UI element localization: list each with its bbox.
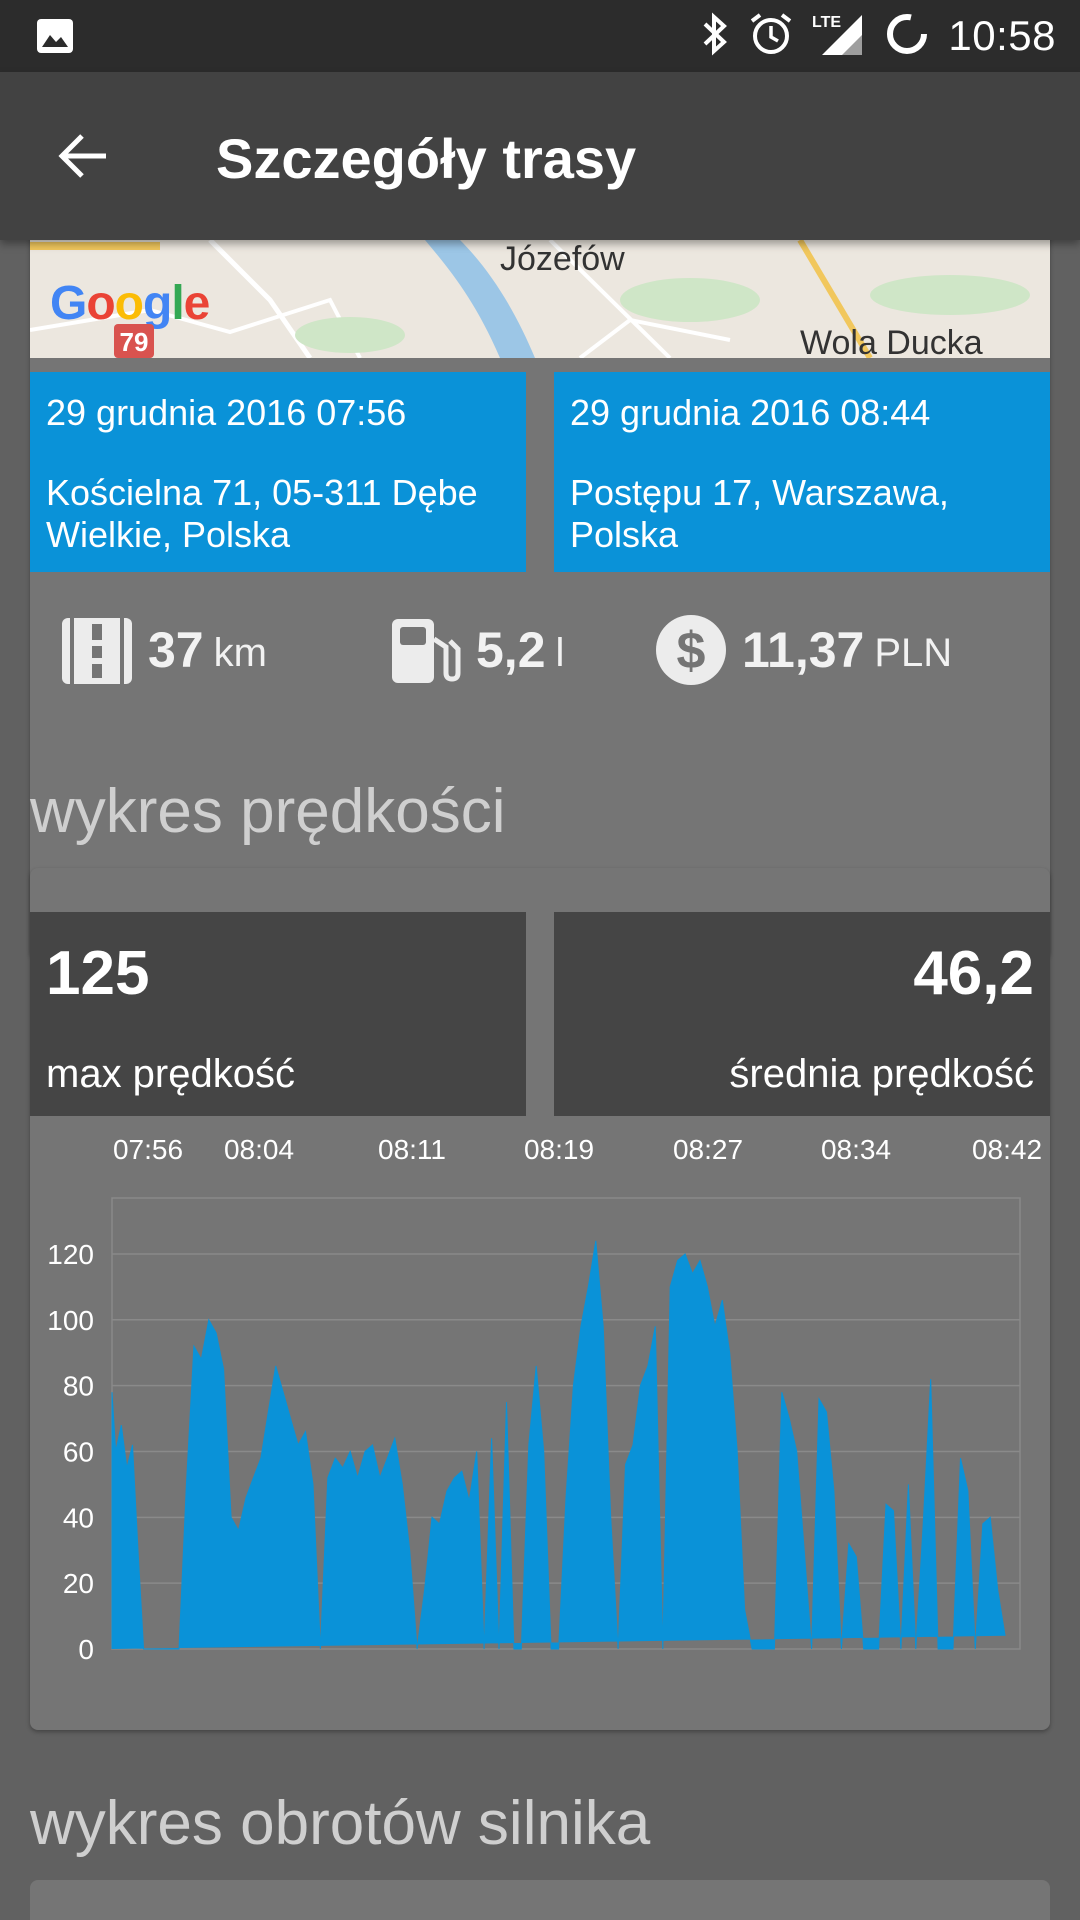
image-icon	[36, 18, 74, 59]
svg-text:LTE: LTE	[812, 14, 841, 31]
speed-chart-card: 125 max prędkość 46,2 średnia prędkość 0…	[30, 868, 1050, 1730]
max-speed-value: 125	[46, 939, 150, 1008]
x-tick-label: 08:34	[821, 1134, 891, 1165]
cost-value: 11,37	[742, 622, 865, 678]
lte-signal-icon: LTE	[812, 11, 866, 62]
end-location: 29 grudnia 2016 08:44 Postępu 17, Warsza…	[554, 372, 1050, 572]
sync-icon	[884, 11, 930, 62]
y-tick-label: 20	[63, 1568, 94, 1599]
max-speed-label: max prędkość	[46, 1052, 295, 1096]
fuel-value: 5,2	[476, 622, 546, 678]
speed-area-series	[111, 1240, 1006, 1650]
scroll-content[interactable]: Józefów Wola Ducka Google 79 29 grudnia …	[0, 240, 1080, 1920]
google-logo: Google	[50, 277, 210, 330]
alarm-icon	[748, 11, 794, 62]
start-location: 29 grudnia 2016 07:56 Kościelna 71, 05-3…	[30, 372, 526, 572]
arrow-back-icon	[58, 134, 106, 178]
route-badge: 79	[114, 324, 154, 358]
bluetooth-icon	[700, 12, 730, 61]
trip-stats: 37 km 5,2 l $ 11,37 PLN	[30, 574, 1050, 718]
rpm-section-title: wykres obrotów silnika	[30, 1789, 651, 1858]
x-tick-label: 08:19	[524, 1134, 594, 1165]
route-map[interactable]: Józefów Wola Ducka Google 79	[30, 240, 1050, 358]
fuel-pump-icon	[392, 619, 461, 683]
x-tick-label: 08:42	[972, 1134, 1042, 1165]
fuel-unit: l	[555, 630, 565, 675]
dollar-icon: $	[656, 615, 726, 685]
y-tick-label: 80	[63, 1371, 94, 1402]
y-tick-label: 60	[63, 1436, 94, 1467]
rpm-chart-card	[30, 1880, 1050, 1920]
trip-card: Józefów Wola Ducka Google 79 29 grudnia …	[30, 240, 1050, 958]
svg-text:$: $	[677, 622, 706, 680]
start-address: Kościelna 71, 05-311 Dębe Wielkie, Polsk…	[46, 472, 478, 555]
avg-speed-label: średnia prędkość	[729, 1052, 1034, 1096]
x-tick-label: 08:27	[673, 1134, 743, 1165]
y-tick-label: 120	[47, 1239, 94, 1270]
clock: 10:58	[948, 12, 1056, 59]
page-title: Szczegóły trasy	[216, 127, 637, 190]
avg-speed-value: 46,2	[913, 939, 1034, 1008]
map-place-label: Józefów	[500, 240, 625, 278]
x-tick-label: 07:56	[113, 1134, 183, 1165]
distance-unit: km	[213, 630, 267, 675]
status-bar: LTE 10:58	[0, 0, 1080, 72]
start-datetime: 29 grudnia 2016 07:56	[46, 392, 407, 433]
y-tick-label: 100	[47, 1305, 94, 1336]
avg-speed-box: 46,2 średnia prędkość	[554, 912, 1050, 1116]
y-tick-label: 0	[78, 1634, 94, 1665]
max-speed-box: 125 max prędkość	[30, 912, 526, 1116]
y-tick-label: 40	[63, 1502, 94, 1533]
app-bar: Szczegóły trasy	[0, 72, 1080, 240]
x-tick-label: 08:04	[224, 1134, 294, 1165]
cost-unit: PLN	[874, 630, 953, 675]
cost-stat: $ 11,37 PLN	[654, 610, 952, 690]
x-tick-label: 08:11	[378, 1134, 446, 1165]
distance-value: 37	[148, 622, 204, 678]
road-icon	[62, 618, 132, 684]
end-datetime: 29 grudnia 2016 08:44	[570, 392, 931, 433]
speed-chart: 07:56 08:04 08:11 08:19 08:27 08:34 08:42 0 20 4…	[47, 1134, 1042, 1665]
end-address: Postępu 17, Warszawa, Polska	[570, 472, 949, 555]
back-button[interactable]	[48, 120, 120, 192]
speed-section-title: wykres prędkości	[30, 777, 506, 846]
fuel-stat: 5,2 l	[388, 610, 564, 690]
map-place-label: Wola Ducka	[800, 324, 983, 358]
distance-stat: 37 km	[60, 610, 267, 690]
